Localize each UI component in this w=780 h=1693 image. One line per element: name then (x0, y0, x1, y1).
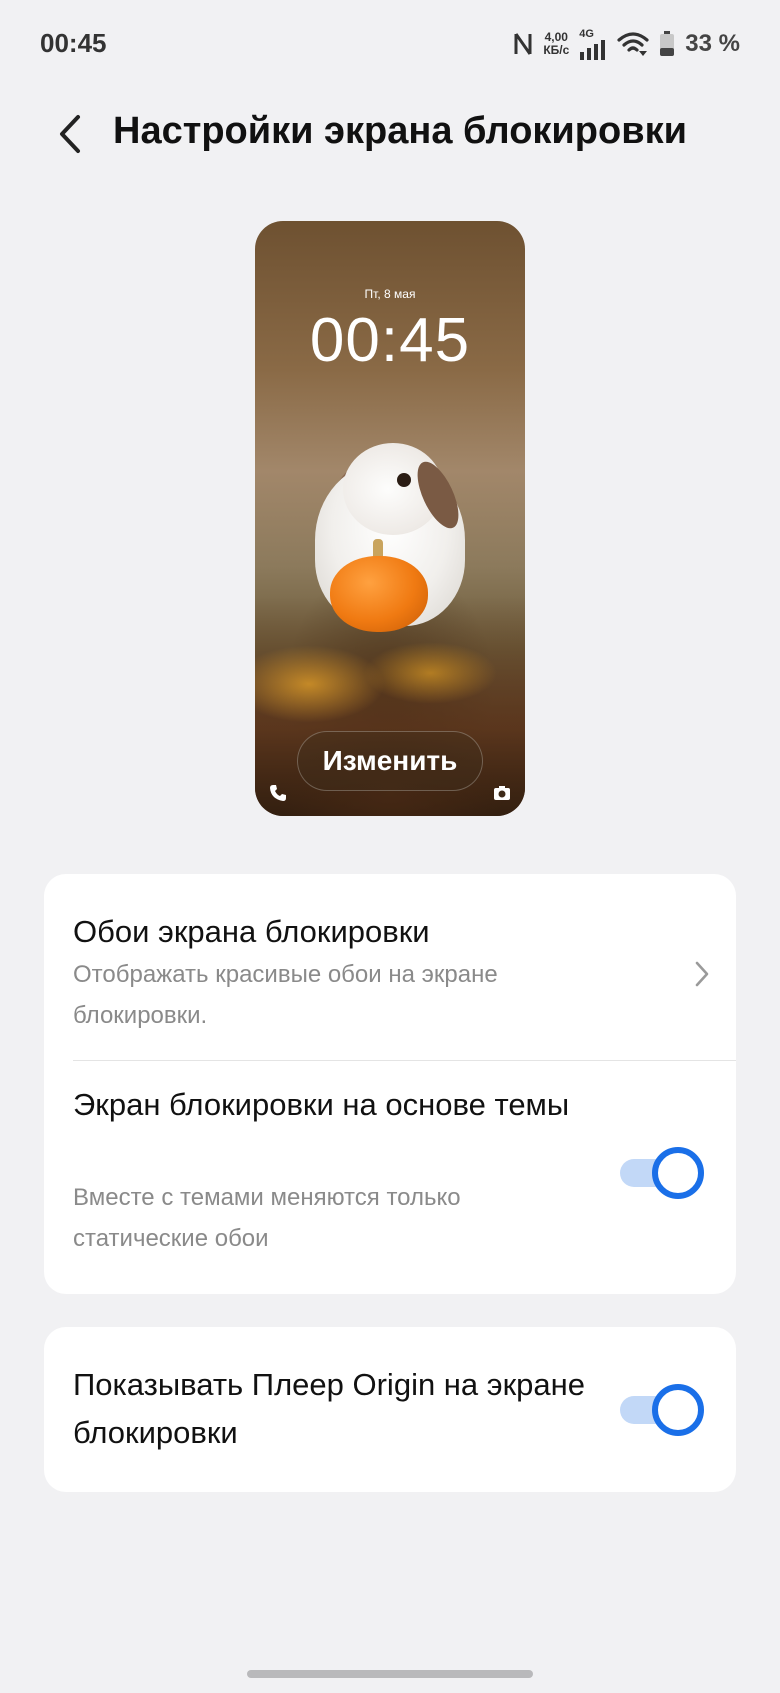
network-type: 4G (579, 27, 594, 40)
wallpaper-rabbit-eye (397, 473, 411, 487)
wifi-icon (617, 31, 649, 57)
origin-player-toggle[interactable] (620, 1384, 704, 1436)
settings-card-player: Показывать Плеер Origin на экране блокир… (44, 1327, 736, 1492)
wallpaper-pumpkin (330, 556, 428, 632)
phone-icon (269, 784, 287, 802)
toggle-knob (652, 1384, 704, 1436)
nfc-icon (513, 31, 533, 57)
status-bar: 00:45 4,00 КБ/с 4G 33 % (0, 0, 780, 88)
lockscreen-preview[interactable]: Пт, 8 мая 00:45 Изменить (255, 221, 525, 816)
row-title: Показывать Плеер Origin на экране блокир… (73, 1367, 585, 1450)
battery-icon (659, 31, 675, 57)
home-indicator[interactable] (247, 1670, 533, 1678)
toggle-knob (652, 1147, 704, 1199)
camera-icon (493, 784, 511, 802)
row-title: Обои экрана блокировки (73, 914, 430, 949)
settings-card-wallpaper: Обои экрана блокировки Отображать красив… (44, 874, 736, 1294)
lockscreen-wallpaper-row[interactable]: Обои экрана блокировки Отображать красив… (44, 874, 736, 1060)
row-subtitle: Отображать красивые обои на экране блоки… (73, 961, 498, 1029)
row-title: Экран блокировки на основе темы (73, 1087, 570, 1122)
battery-percent: 33 % (685, 30, 740, 57)
header: Настройки экрана блокировки (0, 100, 780, 170)
back-arrow-icon (58, 114, 82, 159)
origin-player-row: Показывать Плеер Origin на экране блокир… (44, 1327, 736, 1492)
net-speed-unit: КБ/с (543, 43, 570, 57)
net-speed: 4,00 КБ/с (543, 31, 569, 57)
status-time: 00:45 (40, 28, 107, 58)
back-button[interactable] (48, 114, 92, 158)
page-title: Настройки экрана блокировки (113, 110, 687, 152)
chevron-right-icon (694, 960, 710, 993)
theme-lockscreen-row: Экран блокировки на основе темы Вместе с… (44, 1061, 736, 1294)
preview-date: Пт, 8 мая (364, 287, 416, 301)
theme-lockscreen-toggle[interactable] (620, 1147, 704, 1199)
status-icons: 4,00 КБ/с 4G 33 % (513, 26, 740, 62)
signal-icon: 4G (579, 27, 607, 60)
preview-time: 00:45 (309, 306, 471, 375)
change-wallpaper-button[interactable]: Изменить (297, 731, 483, 791)
row-subtitle: Вместе с темами меняются только статичес… (73, 1184, 461, 1252)
